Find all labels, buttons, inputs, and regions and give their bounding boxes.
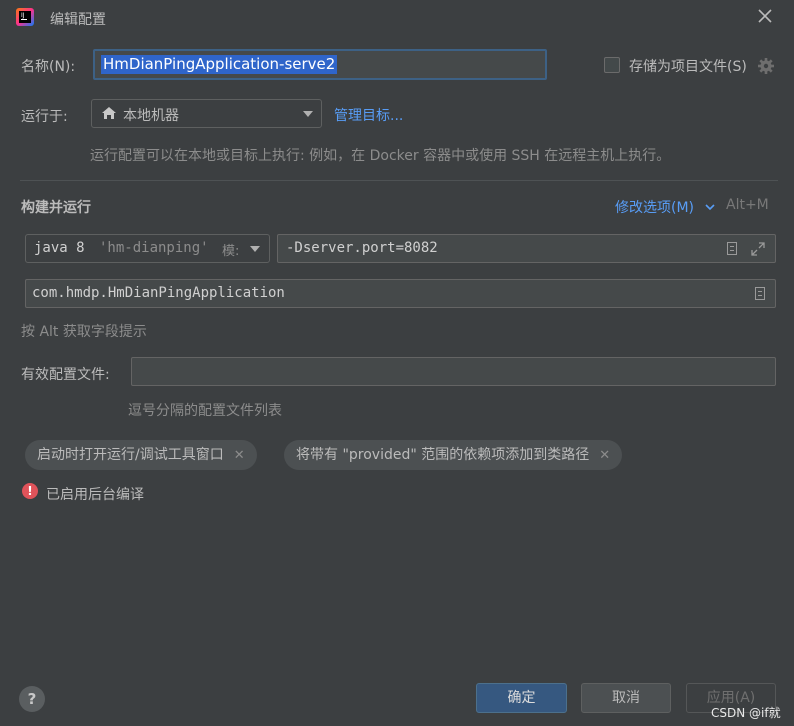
profiles-input[interactable] [131,357,776,386]
chip-open-tool-window[interactable]: 启动时打开运行/调试工具窗口 ✕ [25,440,257,470]
close-icon[interactable] [755,6,775,26]
jdk-suffix: 模: [222,244,240,259]
store-as-file-label[interactable]: 存储为项目文件(S) [629,56,747,76]
profiles-hint: 逗号分隔的配置文件列表 [128,403,282,419]
profiles-label: 有效配置文件: [21,367,110,383]
manage-targets-link[interactable]: 管理目标... [334,105,403,125]
store-as-file-checkbox[interactable] [604,57,620,73]
chevron-down-icon [704,200,716,211]
main-class-input[interactable]: com.hmdp.HmDianPingApplication [25,279,776,308]
jdk-select[interactable]: java 8 'hm-dianping' 模: [25,234,270,263]
run-on-hint: 运行配置可以在本地或目标上执行: 例如，在 Docker 容器中或使用 SSH … [90,148,671,164]
warning-text: 已启用后台编译 [46,487,144,503]
run-on-select[interactable]: 本地机器 [91,99,322,128]
close-icon[interactable]: ✕ [234,448,245,463]
help-icon[interactable]: ? [19,686,45,712]
app-logo-icon: IJ [16,8,34,26]
main-class-value: com.hmdp.HmDianPingApplication [32,285,285,301]
vm-options-input[interactable]: -Dserver.port=8082 [277,234,776,263]
close-icon[interactable]: ✕ [599,448,610,463]
watermark: CSDN @if就 [711,706,781,720]
document-icon[interactable] [755,287,765,300]
jdk-java: java 8 [34,240,85,256]
cancel-button[interactable]: 取消 [581,683,671,713]
expand-icon[interactable] [750,241,766,257]
home-icon [101,106,117,120]
document-icon[interactable] [727,242,737,255]
name-label: 名称(N): [21,59,76,75]
chevron-down-icon [250,246,260,252]
modify-options-link[interactable]: 修改选项(M) [615,197,694,217]
chip-provided-scope[interactable]: 将带有 "provided" 范围的依赖项添加到类路径 ✕ [284,440,623,470]
modify-options-shortcut: Alt+M [726,197,769,213]
chip-label: 启动时打开运行/调试工具窗口 [37,447,224,463]
alt-hint: 按 Alt 获取字段提示 [21,324,147,340]
name-input[interactable]: HmDianPingApplication-serve2 [93,49,547,80]
vm-options-value: -Dserver.port=8082 [286,240,438,256]
chevron-down-icon [303,111,313,117]
section-title-build-run: 构建并运行 [21,200,91,216]
window-title: 编辑配置 [50,12,106,28]
ok-button[interactable]: 确定 [476,683,567,713]
name-input-value: HmDianPingApplication-serve2 [101,55,338,74]
run-on-selected: 本地机器 [123,108,179,124]
divider [20,180,778,181]
chip-label: 将带有 "provided" 范围的依赖项添加到类路径 [296,447,590,463]
error-icon: ! [22,483,38,499]
jdk-module: 'hm-dianping' [99,240,209,256]
run-on-label: 运行于: [21,109,68,125]
gear-icon[interactable] [757,57,775,75]
